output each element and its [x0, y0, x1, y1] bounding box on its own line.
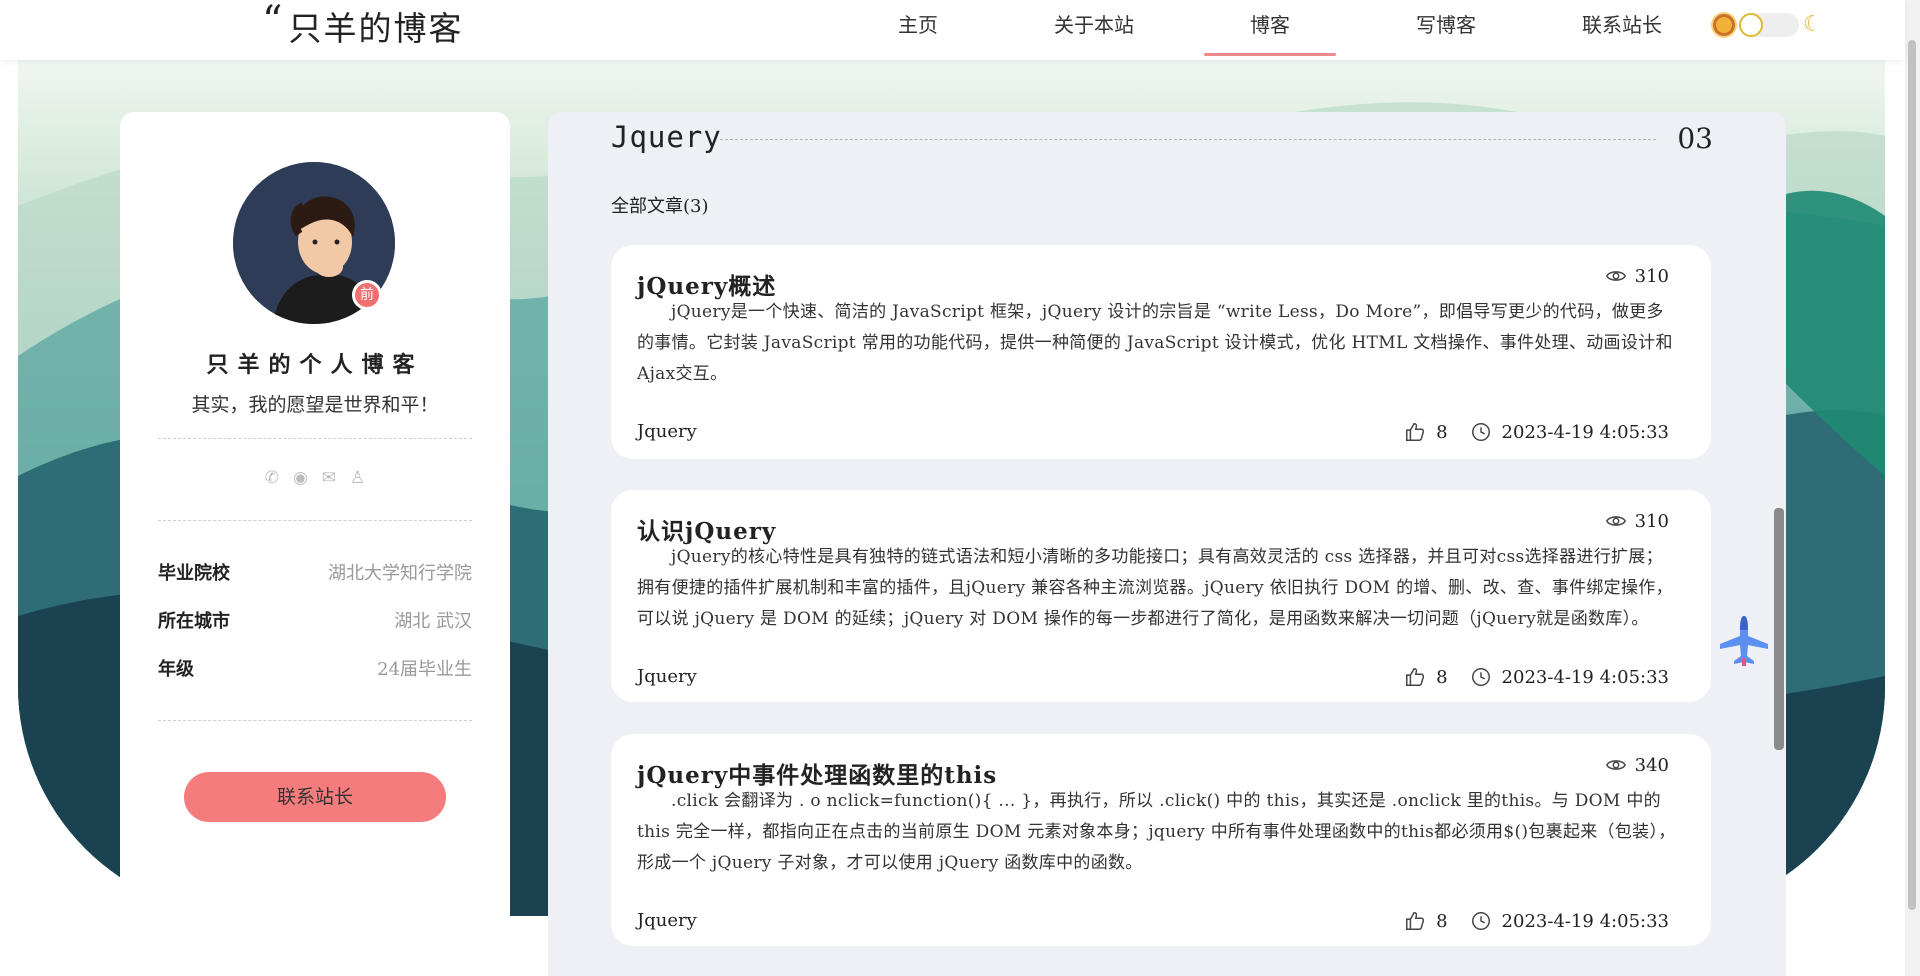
info-school: 毕业院校 湖北大学知行学院: [158, 559, 472, 585]
browser-scrollbar-thumb[interactable]: [1908, 40, 1916, 910]
article-title[interactable]: jQuery中事件处理函数里的this: [637, 756, 997, 790]
clock-icon: [1471, 423, 1490, 441]
article-footer: Jquery 8 2023-4-19 4:05:33: [637, 910, 1669, 932]
article-meta: 8 2023-4-19 4:05:33: [1404, 666, 1669, 688]
sun-icon: [1713, 13, 1735, 36]
likes-count: 8: [1436, 910, 1448, 932]
info-grade: 年级 24届毕业生: [158, 655, 472, 681]
article-tag[interactable]: Jquery: [637, 910, 697, 932]
article-tag[interactable]: Jquery: [637, 421, 697, 443]
article-views: 340: [1605, 754, 1669, 776]
motto-text: 其实，我的愿望是世界和平！: [191, 394, 439, 416]
category-title: Jquery: [611, 120, 722, 154]
category-count: 03: [1677, 122, 1713, 155]
info-city: 所在城市 湖北 武汉: [158, 607, 472, 633]
moon-icon: ☾: [1803, 12, 1823, 37]
article-title[interactable]: 认识jQuery: [637, 512, 776, 546]
article-excerpt: .click 会翻译为 . o nclick=function(){ ... }…: [637, 791, 1676, 873]
info-value: 24届毕业生: [377, 659, 472, 680]
page: “只羊的博客 主页 关于本站 博客 写博客 联系站长 ☾ 前 只羊的个人博客 其…: [0, 0, 1920, 976]
main-nav: 主页 关于本站 博客 写博客 联系站长: [830, 0, 1710, 60]
category-divider: [720, 139, 1656, 140]
top-header: “只羊的博客 主页 关于本站 博客 写博客 联系站长 ☾: [0, 0, 1905, 60]
info-key: 所在城市: [158, 611, 230, 632]
logo-quote: “: [262, 0, 285, 44]
panel-scrollbar[interactable]: [1774, 508, 1784, 750]
article-excerpt: jQuery是一个快速、简洁的 JavaScript 框架，jQuery 设计的…: [637, 302, 1673, 384]
all-articles-count: 全部文章(3): [611, 196, 709, 217]
eye-icon: [1605, 271, 1626, 281]
article-meta: 8 2023-4-19 4:05:33: [1404, 421, 1669, 443]
article-card[interactable]: 认识jQuery 310 jQuery的核心特性是具有独特的链式语法和短小清晰的…: [611, 490, 1711, 702]
article-panel: Jquery 03 全部文章(3) jQuery概述 310 jQuery是一个…: [548, 112, 1786, 976]
likes-count: 8: [1436, 666, 1448, 688]
publish-date: 2023-4-19 4:05:33: [1501, 666, 1669, 688]
article-views: 310: [1605, 265, 1669, 287]
profile-card: 前 只羊的个人博客 其实，我的愿望是世界和平！ ✆ ◉ ✉ ♙ 毕业院校 湖北大…: [120, 112, 510, 976]
eye-icon: [1605, 760, 1626, 770]
article-excerpt: jQuery的核心特性是具有独特的链式语法和短小清晰的多功能接口；具有高效灵活的…: [637, 547, 1673, 629]
article-tag[interactable]: Jquery: [637, 666, 697, 688]
publish-date: 2023-4-19 4:05:33: [1501, 421, 1669, 443]
nav-contact[interactable]: 联系站长: [1534, 0, 1710, 56]
info-value: 湖北 武汉: [394, 611, 472, 632]
qq-icon[interactable]: ♙: [350, 468, 365, 488]
logo-text: 只羊的博客: [288, 9, 464, 48]
avatar-badge: 前: [352, 280, 382, 310]
clock-icon: [1471, 912, 1490, 930]
info-key: 毕业院校: [158, 563, 230, 584]
site-logo[interactable]: “只羊的博客: [262, 0, 464, 50]
article-footer: Jquery 8 2023-4-19 4:05:33: [637, 421, 1669, 443]
likes-count: 8: [1436, 421, 1448, 443]
plane-icon[interactable]: [1716, 612, 1772, 668]
mail-icon[interactable]: ✉: [322, 468, 336, 488]
eye-icon: [1605, 516, 1626, 526]
nav-blog[interactable]: 博客: [1182, 0, 1358, 56]
social-links: ✆ ◉ ✉ ♙: [120, 468, 510, 488]
toggle-knob: [1739, 12, 1763, 37]
views-count: 340: [1634, 754, 1669, 776]
clock-icon: [1471, 668, 1490, 686]
divider: [158, 720, 472, 721]
theme-toggle[interactable]: [1739, 12, 1799, 37]
info-key: 年级: [158, 659, 194, 680]
thumbs-up-icon[interactable]: [1404, 421, 1426, 443]
divider: [158, 520, 472, 521]
article-views: 310: [1605, 510, 1669, 532]
theme-switcher[interactable]: ☾: [1713, 12, 1823, 37]
contact-owner-button[interactable]: 联系站长: [184, 772, 446, 822]
nav-home[interactable]: 主页: [830, 0, 1006, 56]
article-card[interactable]: jQuery概述 310 jQuery是一个快速、简洁的 JavaScript …: [611, 245, 1711, 459]
views-count: 310: [1634, 265, 1669, 287]
wechat-icon[interactable]: ✆: [265, 468, 279, 488]
blog-title: 只羊的个人博客: [206, 352, 424, 378]
publish-date: 2023-4-19 4:05:33: [1501, 910, 1669, 932]
divider: [158, 438, 472, 439]
thumbs-up-icon[interactable]: [1404, 666, 1426, 688]
nav-write-blog[interactable]: 写博客: [1358, 0, 1534, 56]
article-card[interactable]: jQuery中事件处理函数里的this 340 .click 会翻译为 . o …: [611, 734, 1711, 946]
info-value: 湖北大学知行学院: [328, 563, 472, 584]
nav-about[interactable]: 关于本站: [1006, 0, 1182, 56]
article-footer: Jquery 8 2023-4-19 4:05:33: [637, 666, 1669, 688]
article-meta: 8 2023-4-19 4:05:33: [1404, 910, 1669, 932]
article-title[interactable]: jQuery概述: [637, 267, 776, 301]
views-count: 310: [1634, 510, 1669, 532]
thumbs-up-icon[interactable]: [1404, 910, 1426, 932]
github-icon[interactable]: ◉: [293, 468, 308, 488]
